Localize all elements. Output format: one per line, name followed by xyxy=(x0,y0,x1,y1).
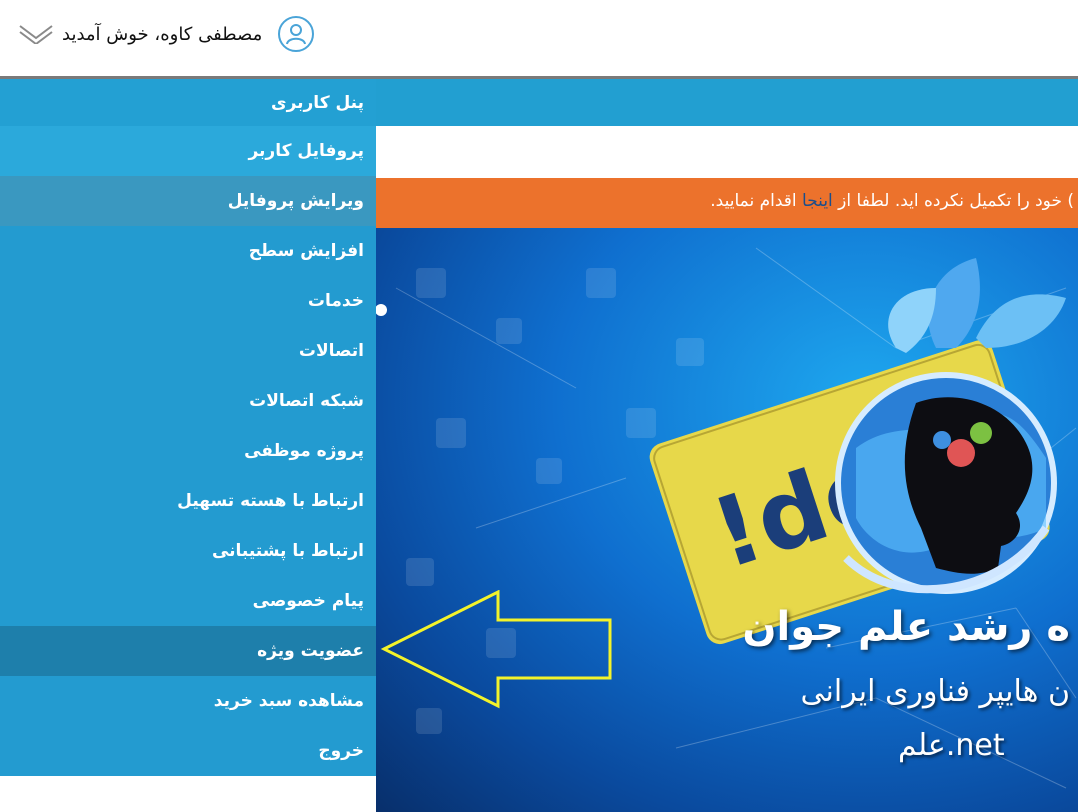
menu-item-connections[interactable]: اتصالات xyxy=(0,326,376,376)
chevron-down-icon[interactable] xyxy=(18,22,54,44)
menu-item-label: ویرایش پروفایل xyxy=(227,191,364,211)
notice-message: ) خود را تکمیل نکرده اید. لطفا از اینجا … xyxy=(710,191,1074,211)
notice-link[interactable]: اینجا xyxy=(802,191,833,211)
hero-banner: !de ه رشد علم جوان ن هایپر فناوری ایرانی… xyxy=(376,228,1078,812)
menu-item-label: خروج xyxy=(318,741,364,761)
menu-item-label: اتصالات xyxy=(298,341,364,361)
menu-item-label: ارتباط با هسته تسهیل xyxy=(177,491,364,511)
logo-globe-icon xyxy=(835,258,1066,594)
slider-dot[interactable] xyxy=(375,304,387,316)
menu-item-user-profile[interactable]: پروفایل کاربر xyxy=(0,126,376,176)
menu-item-assigned-project[interactable]: پروژه موظفی xyxy=(0,426,376,476)
menu-item-label: افزایش سطح xyxy=(248,241,364,261)
menu-item-user-panel[interactable]: پنل کاربری xyxy=(0,79,376,126)
nav-bar xyxy=(376,79,1078,126)
highlight-arrow-icon xyxy=(380,590,612,709)
menu-item-label: پروفایل کاربر xyxy=(248,141,364,161)
hero-illustration: !de xyxy=(395,247,1077,789)
top-header: مصطفی کاوه، خوش آمدید xyxy=(0,0,1078,79)
menu-item-private-message[interactable]: پیام خصوصی xyxy=(0,576,376,626)
menu-item-label: پیام خصوصی xyxy=(252,591,364,611)
menu-item-label: ارتباط با پشتیبانی xyxy=(211,541,364,561)
menu-item-label: پروژه موظفی xyxy=(244,441,364,461)
menu-item-label: مشاهده سبد خرید xyxy=(213,691,364,711)
white-strip xyxy=(376,126,1078,178)
hero-url: علم.net xyxy=(898,728,1005,763)
notice-text-after: اقدام نمایید. xyxy=(710,191,803,211)
menu-item-special-membership[interactable]: عضویت ویژه xyxy=(0,626,376,676)
menu-item-label: پنل کاربری xyxy=(270,92,364,113)
menu-item-label: خدمات xyxy=(307,291,364,311)
menu-item-label: عضویت ویژه xyxy=(257,641,364,661)
notice-text-before: ) خود را تکمیل نکرده اید. لطفا از xyxy=(832,191,1074,211)
menu-item-contact-support[interactable]: ارتباط با پشتیبانی xyxy=(0,526,376,576)
user-dropdown-menu: پنل کاربری پروفایل کاربر ویرایش پروفایل … xyxy=(0,79,376,776)
menu-item-services[interactable]: خدمات xyxy=(0,276,376,326)
menu-item-contact-core[interactable]: ارتباط با هسته تسهیل xyxy=(0,476,376,526)
menu-item-level-up[interactable]: افزایش سطح xyxy=(0,226,376,276)
menu-item-edit-profile[interactable]: ویرایش پروفایل xyxy=(0,176,376,226)
menu-item-connection-network[interactable]: شبکه اتصالات xyxy=(0,376,376,426)
user-circle-icon[interactable] xyxy=(278,16,314,52)
menu-item-view-cart[interactable]: مشاهده سبد خرید xyxy=(0,676,376,726)
welcome-text[interactable]: مصطفی کاوه، خوش آمدید xyxy=(62,24,262,45)
profile-notice-banner: ) خود را تکمیل نکرده اید. لطفا از اینجا … xyxy=(376,178,1078,228)
hero-subtitle: ن هایپر فناوری ایرانی xyxy=(800,674,1070,709)
menu-item-label: شبکه اتصالات xyxy=(249,391,364,411)
menu-item-logout[interactable]: خروج xyxy=(0,726,376,776)
hero-title: ه رشد علم جوان xyxy=(742,604,1070,650)
